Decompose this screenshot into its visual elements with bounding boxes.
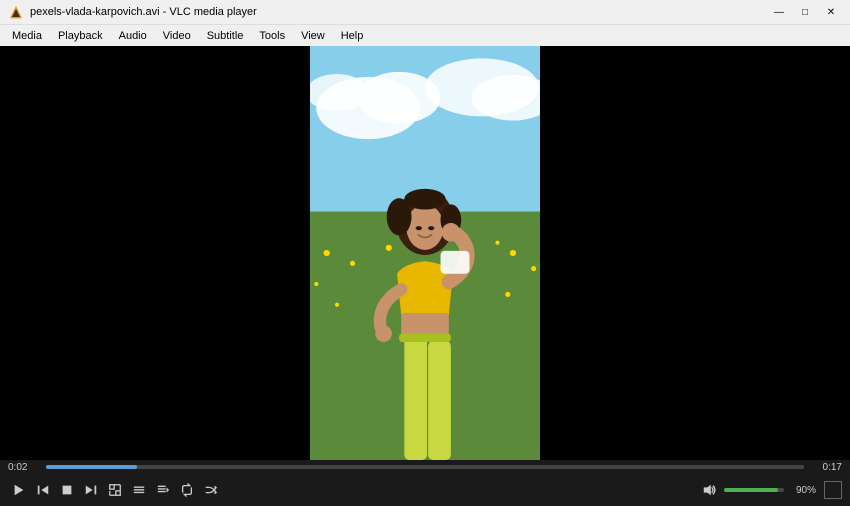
loop-button[interactable] [176,479,198,501]
progress-bar-container: 0:02 0:17 [0,460,850,474]
menu-item-audio[interactable]: Audio [111,25,155,46]
title-text: pexels-vlada-karpovich.avi - VLC media p… [30,6,257,18]
menu-item-tools[interactable]: Tools [251,25,293,46]
random-icon [204,483,218,497]
progress-fill [46,465,137,469]
previous-button[interactable] [32,479,54,501]
next-icon [84,483,98,497]
previous-icon [36,483,50,497]
play-button[interactable] [8,479,30,501]
menu-item-help[interactable]: Help [333,25,372,46]
minimize-button[interactable]: — [768,4,790,20]
volume-button[interactable] [698,479,720,501]
random-button[interactable] [200,479,222,501]
vlc-icon [8,4,24,20]
right-controls: 90% [698,479,842,501]
fullscreen-button[interactable] [824,481,842,499]
volume-track[interactable] [724,488,784,492]
stop-icon [60,483,74,497]
maximize-button[interactable]: □ [794,4,816,20]
video-frame [310,46,540,460]
buttons-row: 90% [0,474,850,506]
menu-item-video[interactable]: Video [155,25,199,46]
menu-item-playback[interactable]: Playback [50,25,111,46]
close-button[interactable]: ✕ [820,4,842,20]
extended-settings-button[interactable] [128,479,150,501]
play-icon [12,483,26,497]
menu-bar: Media Playback Audio Video Subtitle Tool… [0,24,850,46]
fullscreen-toggle-button[interactable] [104,479,126,501]
title-bar: pexels-vlada-karpovich.avi - VLC media p… [0,0,850,24]
progress-track[interactable] [46,465,804,469]
volume-fill [724,488,778,492]
title-bar-left: pexels-vlada-karpovich.avi - VLC media p… [8,4,257,20]
menu-item-subtitle[interactable]: Subtitle [199,25,252,46]
stop-button[interactable] [56,479,78,501]
video-area [0,46,850,460]
volume-percent: 90% [788,485,816,496]
fullscreen-icon [108,483,122,497]
menu-item-view[interactable]: View [293,25,333,46]
playlist-button[interactable] [152,479,174,501]
menu-item-media[interactable]: Media [4,25,50,46]
loop-icon [180,483,194,497]
time-current: 0:02 [8,462,40,473]
window-controls: — □ ✕ [768,4,842,20]
playlist-icon [156,483,170,497]
time-total: 0:17 [810,462,842,473]
volume-icon [702,483,716,497]
controls-area: 0:02 0:17 [0,460,850,506]
next-button[interactable] [80,479,102,501]
extended-icon [132,483,146,497]
